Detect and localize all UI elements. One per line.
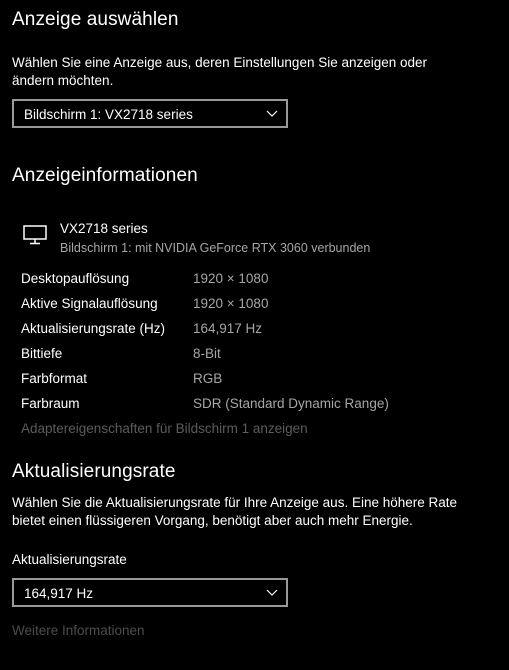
monitor-icon: [23, 225, 47, 245]
display-select-description: Wählen Sie eine Anzeige aus, deren Einst…: [12, 55, 428, 88]
more-info-link[interactable]: Weitere Informationen: [12, 623, 145, 638]
display-select-value: Bildschirm 1: VX2718 series: [24, 107, 193, 122]
refresh-rate-dropdown[interactable]: 164,917 Hz: [12, 578, 288, 607]
info-value-bit-depth: 8-Bit: [193, 346, 221, 361]
info-label-refresh-rate: Aktualisierungsrate (Hz): [21, 321, 166, 336]
display-info-heading: Anzeigeinformationen: [12, 165, 198, 186]
adapter-properties-link[interactable]: Adaptereigenschaften für Bildschirm 1 an…: [21, 421, 308, 436]
info-value-refresh-rate: 164,917 Hz: [193, 321, 263, 336]
refresh-rate-field-label: Aktualisierungsrate: [12, 552, 127, 567]
info-label-desktop-resolution: Desktopauflösung: [21, 271, 130, 286]
info-value-color-format: RGB: [193, 371, 223, 386]
chevron-down-icon: [266, 589, 278, 596]
refresh-rate-heading: Aktualisierungsrate: [12, 461, 176, 482]
info-label-bit-depth: Bittiefe: [21, 346, 63, 361]
info-label-color-space: Farbraum: [21, 396, 80, 411]
info-value-active-signal-resolution: 1920 × 1080: [193, 296, 269, 311]
info-value-desktop-resolution: 1920 × 1080: [193, 271, 269, 286]
info-label-active-signal-resolution: Aktive Signalauflösung: [21, 296, 158, 311]
display-select-heading: Anzeige auswählen: [12, 9, 179, 30]
display-select-dropdown[interactable]: Bildschirm 1: VX2718 series: [12, 99, 288, 128]
monitor-connection-info: Bildschirm 1: mit NVIDIA GeForce RTX 306…: [60, 241, 371, 255]
refresh-rate-value: 164,917 Hz: [24, 586, 94, 601]
chevron-down-icon: [266, 110, 278, 117]
monitor-name: VX2718 series: [60, 221, 148, 236]
refresh-rate-description: Wählen Sie die Aktualisierungsrate für I…: [12, 495, 458, 528]
info-value-color-space: SDR (Standard Dynamic Range): [193, 396, 389, 411]
info-label-color-format: Farbformat: [21, 371, 88, 386]
